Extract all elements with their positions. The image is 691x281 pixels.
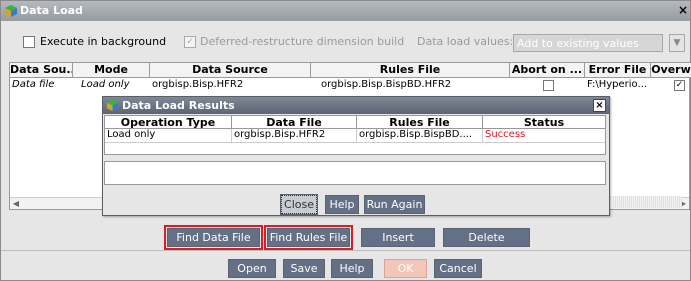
column-header[interactable]: Abort on ...: [510, 63, 585, 78]
column-header[interactable]: Rules File: [311, 63, 510, 78]
scrollbar-track[interactable]: [611, 196, 682, 208]
divider: [1, 250, 690, 251]
delete-button[interactable]: Delete: [443, 228, 530, 247]
find-data-file-button[interactable]: Find Data File: [167, 228, 260, 247]
dialog-titlebar[interactable]: Data Load Results ×: [103, 97, 609, 114]
window-close-button[interactable]: ×: [678, 3, 688, 17]
column-header[interactable]: Status: [483, 116, 605, 129]
data-load-values-select[interactable]: Add to existing values: [513, 34, 663, 52]
options-bar: Execute in background ✓ Deferred-restruc…: [1, 23, 690, 61]
data-load-values-label: Data load values:: [417, 35, 514, 48]
error-file-cell[interactable]: F:\Hyperio...: [585, 79, 651, 93]
results-table: Operation Type Data File Rules File Stat…: [104, 115, 606, 155]
window-title: Data Load: [20, 4, 83, 17]
row-divider: [105, 142, 605, 143]
close-icon[interactable]: ×: [593, 99, 606, 112]
save-button[interactable]: Save: [283, 259, 325, 278]
column-header[interactable]: Error File: [585, 63, 651, 78]
column-header[interactable]: Mode: [73, 63, 150, 78]
close-button[interactable]: Close: [280, 194, 318, 215]
execute-background-label: Execute in background: [40, 35, 167, 48]
data-source-type-cell[interactable]: Data file: [10, 79, 73, 93]
column-header[interactable]: Operation Type: [105, 116, 232, 129]
column-header[interactable]: Data File: [232, 116, 357, 129]
data-file-cell[interactable]: orgbisp.Bisp.HFR2: [232, 129, 357, 142]
column-header[interactable]: Rules File: [357, 116, 483, 129]
help-button[interactable]: Help: [325, 195, 359, 214]
abort-on-error-checkbox[interactable]: [543, 80, 554, 91]
deferred-restructure-checkbox[interactable]: ✓: [184, 36, 196, 48]
ok-button[interactable]: OK: [384, 259, 427, 278]
open-button[interactable]: Open: [228, 259, 276, 278]
dialog-title: Data Load Results: [122, 99, 235, 112]
execute-background-checkbox[interactable]: [23, 36, 35, 48]
cube-icon: [106, 99, 119, 112]
cube-icon: [5, 5, 17, 17]
chevron-down-icon[interactable]: ▼: [669, 34, 685, 52]
data-load-window: Data Load × Execute in background ✓ Defe…: [0, 0, 691, 281]
results-message-area[interactable]: [104, 161, 606, 185]
column-header[interactable]: Overw: [651, 63, 691, 78]
status-cell[interactable]: Success: [483, 129, 605, 142]
data-load-results-dialog: Data Load Results × Operation Type Data …: [102, 96, 610, 216]
scroll-left-icon[interactable]: ◀: [10, 198, 22, 210]
cancel-button[interactable]: Cancel: [434, 259, 482, 278]
mode-cell[interactable]: Load only: [73, 79, 150, 93]
help-button[interactable]: Help: [331, 259, 373, 278]
overwrite-checkbox[interactable]: ✓: [674, 80, 685, 91]
rules-file-cell[interactable]: orgbisp.Bisp.BispBD....: [357, 129, 483, 142]
operation-type-cell[interactable]: Load only: [105, 129, 232, 142]
insert-button[interactable]: Insert: [361, 228, 435, 247]
deferred-restructure-label: Deferred-restructure dimension build: [200, 35, 405, 48]
rules-file-cell[interactable]: orgbisp.Bisp.BispBD.HFR2: [311, 79, 510, 93]
column-header[interactable]: Data Sou...: [10, 63, 73, 78]
data-source-cell[interactable]: orgbisp.Bisp.HFR2: [150, 79, 311, 93]
run-again-button[interactable]: Run Again: [364, 195, 425, 214]
find-rules-file-button[interactable]: Find Rules File: [267, 228, 350, 247]
window-titlebar[interactable]: Data Load ×: [1, 1, 690, 21]
column-header[interactable]: Data Source: [150, 63, 311, 78]
